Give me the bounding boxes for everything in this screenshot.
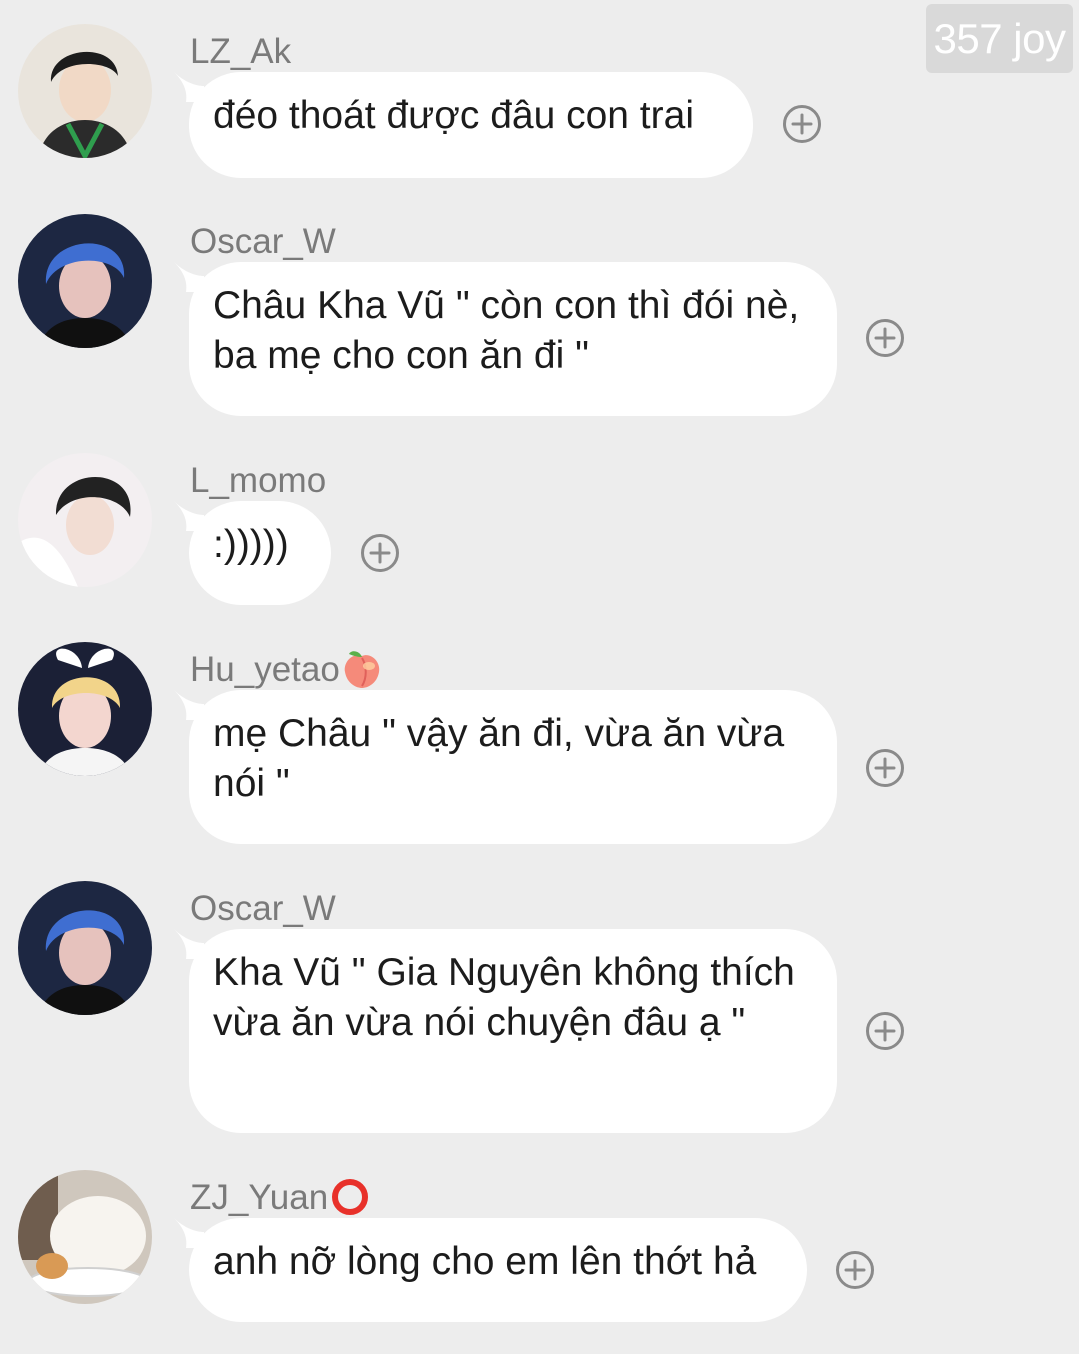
message-text: Châu Kha Vũ " còn con thì đói nè, ba mẹ … (213, 284, 800, 377)
avatar-person-icon (18, 214, 152, 348)
chat-message: LZ_Ak đéo thoát được đâu con trai (0, 24, 1079, 184)
chat-message: L_momo :))))) (0, 453, 1079, 613)
message-bubble[interactable]: anh nỡ lòng cho em lên thớt hả (189, 1218, 807, 1322)
username[interactable]: Oscar_W (190, 220, 336, 264)
red-circle-emoji-icon (332, 1178, 369, 1215)
avatar-person-icon (18, 24, 152, 158)
message-bubble[interactable]: đéo thoát được đâu con trai (189, 72, 753, 178)
message-bubble[interactable]: Kha Vũ " Gia Nguyên không thích vừa ăn v… (189, 929, 837, 1133)
add-reaction-icon[interactable] (865, 1011, 905, 1051)
message-bubble[interactable]: Châu Kha Vũ " còn con thì đói nè, ba mẹ … (189, 262, 837, 416)
username[interactable]: Hu_yetao (190, 648, 383, 692)
add-reaction-icon[interactable] (865, 318, 905, 358)
message-text: :))))) (213, 523, 289, 566)
username-text: Hu_yetao (190, 650, 340, 689)
add-reaction-icon[interactable] (835, 1250, 875, 1290)
username-text: Oscar_W (190, 889, 336, 928)
avatar-person-icon (18, 642, 152, 776)
chat-message: Hu_yetao mẹ Châu " vậy ăn đi, vừa ăn vừa… (0, 642, 1079, 852)
user-avatar[interactable] (18, 881, 152, 1015)
username[interactable]: L_momo (190, 459, 326, 503)
message-text: anh nỡ lòng cho em lên thớt hả (213, 1240, 757, 1283)
user-avatar[interactable] (18, 24, 152, 158)
username[interactable]: LZ_Ak (190, 30, 291, 74)
username-text: L_momo (190, 461, 327, 500)
username[interactable]: ZJ_Yuan (190, 1176, 371, 1220)
chat-message: Oscar_W Châu Kha Vũ " còn con thì đói nè… (0, 214, 1079, 424)
user-avatar[interactable] (18, 1170, 152, 1304)
username-text: Oscar_W (190, 222, 336, 261)
chat-message: ZJ_Yuan anh nỡ lòng cho em lên thớt hả (0, 1170, 1079, 1330)
add-reaction-icon[interactable] (865, 748, 905, 788)
peach-emoji-icon (344, 651, 380, 688)
add-reaction-icon[interactable] (782, 104, 822, 144)
username-text: LZ_Ak (190, 32, 292, 71)
message-text: mẹ Châu " vậy ăn đi, vừa ăn vừa nói " (213, 712, 785, 805)
message-bubble[interactable]: :))))) (189, 501, 331, 605)
chat-message: Oscar_W Kha Vũ " Gia Nguyên không thích … (0, 881, 1079, 1141)
user-avatar[interactable] (18, 453, 152, 587)
avatar-person-icon (18, 881, 152, 1015)
message-text: đéo thoát được đâu con trai (213, 94, 694, 137)
user-avatar[interactable] (18, 214, 152, 348)
avatar-person-icon (18, 453, 152, 587)
username-text: ZJ_Yuan (190, 1178, 329, 1217)
avatar-cat-icon (18, 1170, 152, 1304)
message-text: Kha Vũ " Gia Nguyên không thích vừa ăn v… (213, 951, 795, 1044)
message-bubble[interactable]: mẹ Châu " vậy ăn đi, vừa ăn vừa nói " (189, 690, 837, 844)
username[interactable]: Oscar_W (190, 887, 336, 931)
user-avatar[interactable] (18, 642, 152, 776)
add-reaction-icon[interactable] (360, 533, 400, 573)
